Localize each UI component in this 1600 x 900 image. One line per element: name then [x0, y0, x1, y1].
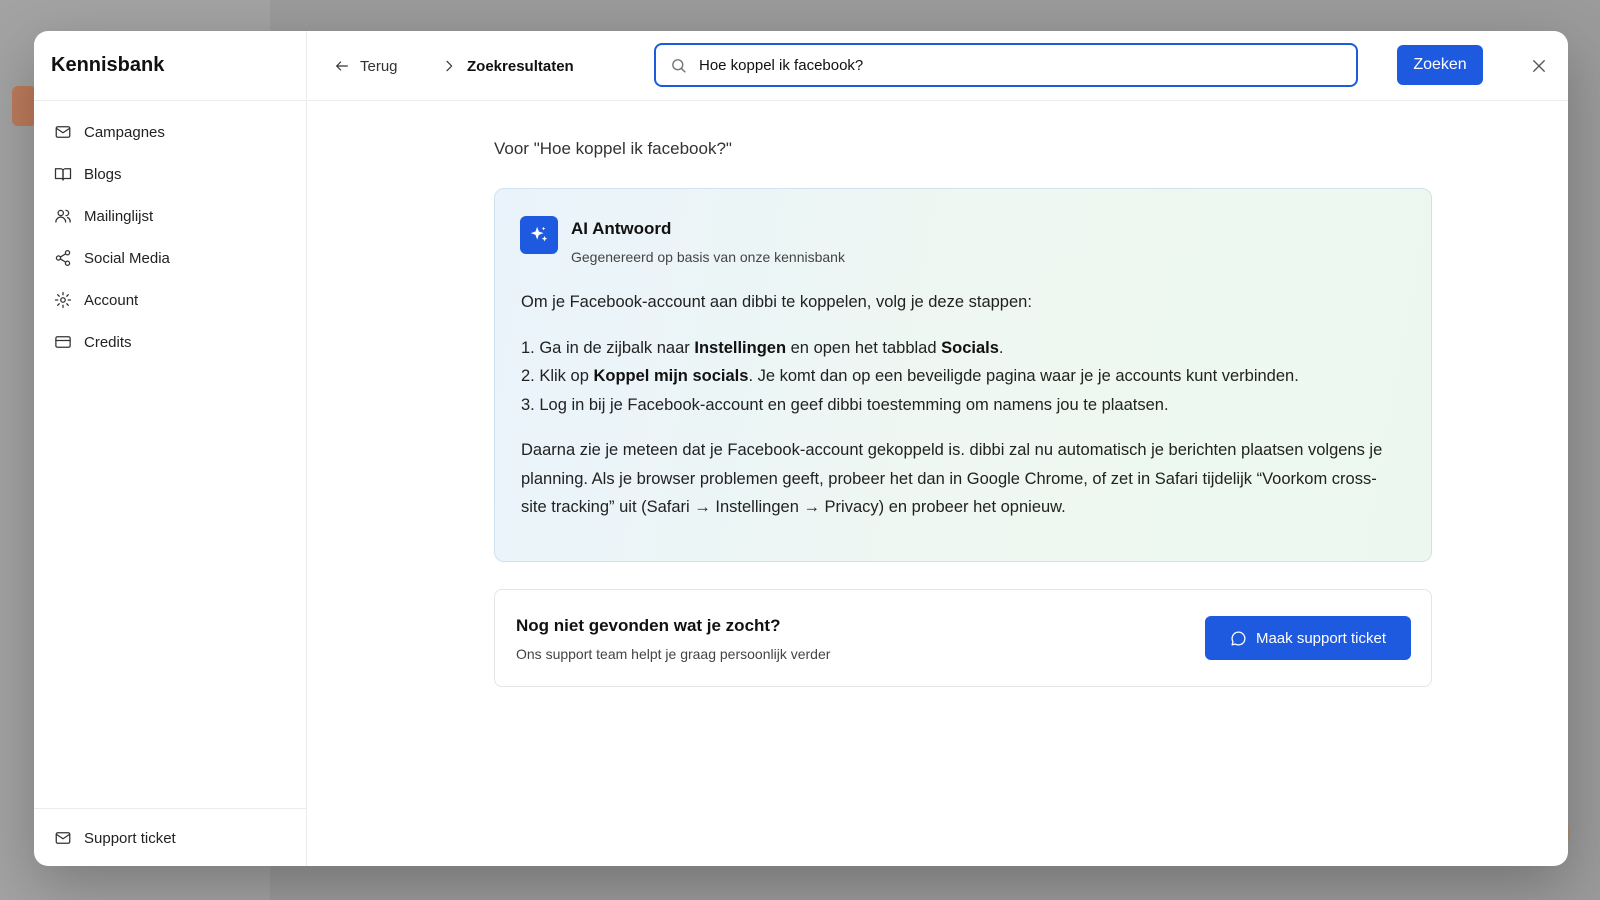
sidebar-item-label: Account — [84, 291, 139, 309]
users-icon — [54, 207, 72, 225]
arrow-left-icon — [336, 61, 348, 71]
step-item: 2. Klik op Koppel mijn socials. Je komt … — [521, 367, 1299, 385]
sidebar-item-social-media[interactable]: Social Media — [34, 237, 306, 279]
topbar: Terug Zoekresultaten Zoeken — [308, 31, 1568, 101]
search-icon — [672, 58, 686, 73]
sidebar-nav: Campagnes Blogs Mailinglijst Social Medi… — [34, 101, 306, 363]
create-support-ticket-button[interactable]: Maak support ticket — [1205, 616, 1411, 660]
back-button[interactable]: Terug — [334, 53, 398, 79]
sidebar-item-mailinglijst[interactable]: Mailinglijst — [34, 195, 306, 237]
support-prompt-subtitle: Ons support team helpt je graag persoonl… — [516, 646, 831, 662]
step-item: 1. Ga in de zijbalk naar Instellingen en… — [521, 338, 1004, 357]
ai-answer-intro: Om je Facebook-account aan dibbi te kopp… — [521, 293, 1032, 311]
ai-answer-body: Om je Facebook-account aan dibbi te kopp… — [521, 288, 1401, 539]
support-prompt-title: Nog niet gevonden wat je zocht? — [516, 616, 781, 635]
ai-answer-steps: 1. Ga in de zijbalk naar Instellingen en… — [521, 334, 1401, 420]
ai-answer-card: AI Antwoord Gegenereerd op basis van onz… — [494, 188, 1432, 562]
step-item: 3. Log in bij je Facebook-account en gee… — [521, 395, 1169, 414]
main-panel: Terug Zoekresultaten Zoeken Voor "Hoe ko… — [308, 31, 1568, 866]
knowledge-base-modal: Kennisbank Campagnes Blogs Mailinglijst … — [34, 31, 1568, 866]
background-accent — [12, 86, 36, 126]
sparkles-icon — [520, 216, 558, 254]
breadcrumb-label: Zoekresultaten — [467, 57, 574, 75]
ai-answer-subtitle: Gegenereerd op basis van onze kennisbank — [571, 249, 845, 265]
sidebar-item-support-ticket[interactable]: Support ticket — [34, 809, 306, 866]
sidebar-title: Kennisbank — [34, 31, 306, 101]
ai-answer-outro: Daarna zie je meteen dat je Facebook-acc… — [521, 441, 1383, 516]
close-icon — [1533, 60, 1545, 72]
sidebar-item-label: Blogs — [84, 165, 122, 183]
sidebar: Kennisbank Campagnes Blogs Mailinglijst … — [34, 31, 307, 866]
support-prompt-card: Nog niet gevonden wat je zocht? Ons supp… — [494, 589, 1432, 687]
sidebar-item-account[interactable]: Account — [34, 279, 306, 321]
sidebar-item-credits[interactable]: Credits — [34, 321, 306, 363]
query-label: Voor "Hoe koppel ik facebook?" — [494, 139, 732, 158]
sidebar-item-label: Credits — [84, 333, 132, 351]
sidebar-item-blogs[interactable]: Blogs — [34, 153, 306, 195]
share-icon — [54, 249, 72, 267]
search-input[interactable] — [699, 56, 1319, 74]
chat-bubble-icon — [1231, 630, 1246, 646]
sidebar-item-label: Support ticket — [84, 829, 176, 847]
search-button[interactable]: Zoeken — [1397, 45, 1483, 85]
close-button[interactable] — [1526, 53, 1552, 79]
credit-card-icon — [54, 333, 72, 351]
chevron-right-icon — [446, 60, 453, 72]
sidebar-footer: Support ticket — [34, 808, 306, 866]
sidebar-item-campagnes[interactable]: Campagnes — [34, 111, 306, 153]
search-box[interactable] — [654, 43, 1358, 87]
book-icon — [54, 165, 72, 183]
ai-answer-title: AI Antwoord — [571, 219, 672, 238]
sidebar-item-label: Social Media — [84, 249, 170, 267]
mail-icon — [54, 123, 72, 141]
sidebar-item-label: Mailinglijst — [84, 207, 154, 225]
gear-icon — [54, 291, 72, 309]
breadcrumb: Zoekresultaten — [441, 53, 574, 79]
back-label: Terug — [360, 57, 398, 75]
sidebar-item-label: Campagnes — [84, 123, 165, 141]
create-support-ticket-label: Maak support ticket — [1255, 629, 1387, 647]
mail-icon — [54, 829, 72, 847]
